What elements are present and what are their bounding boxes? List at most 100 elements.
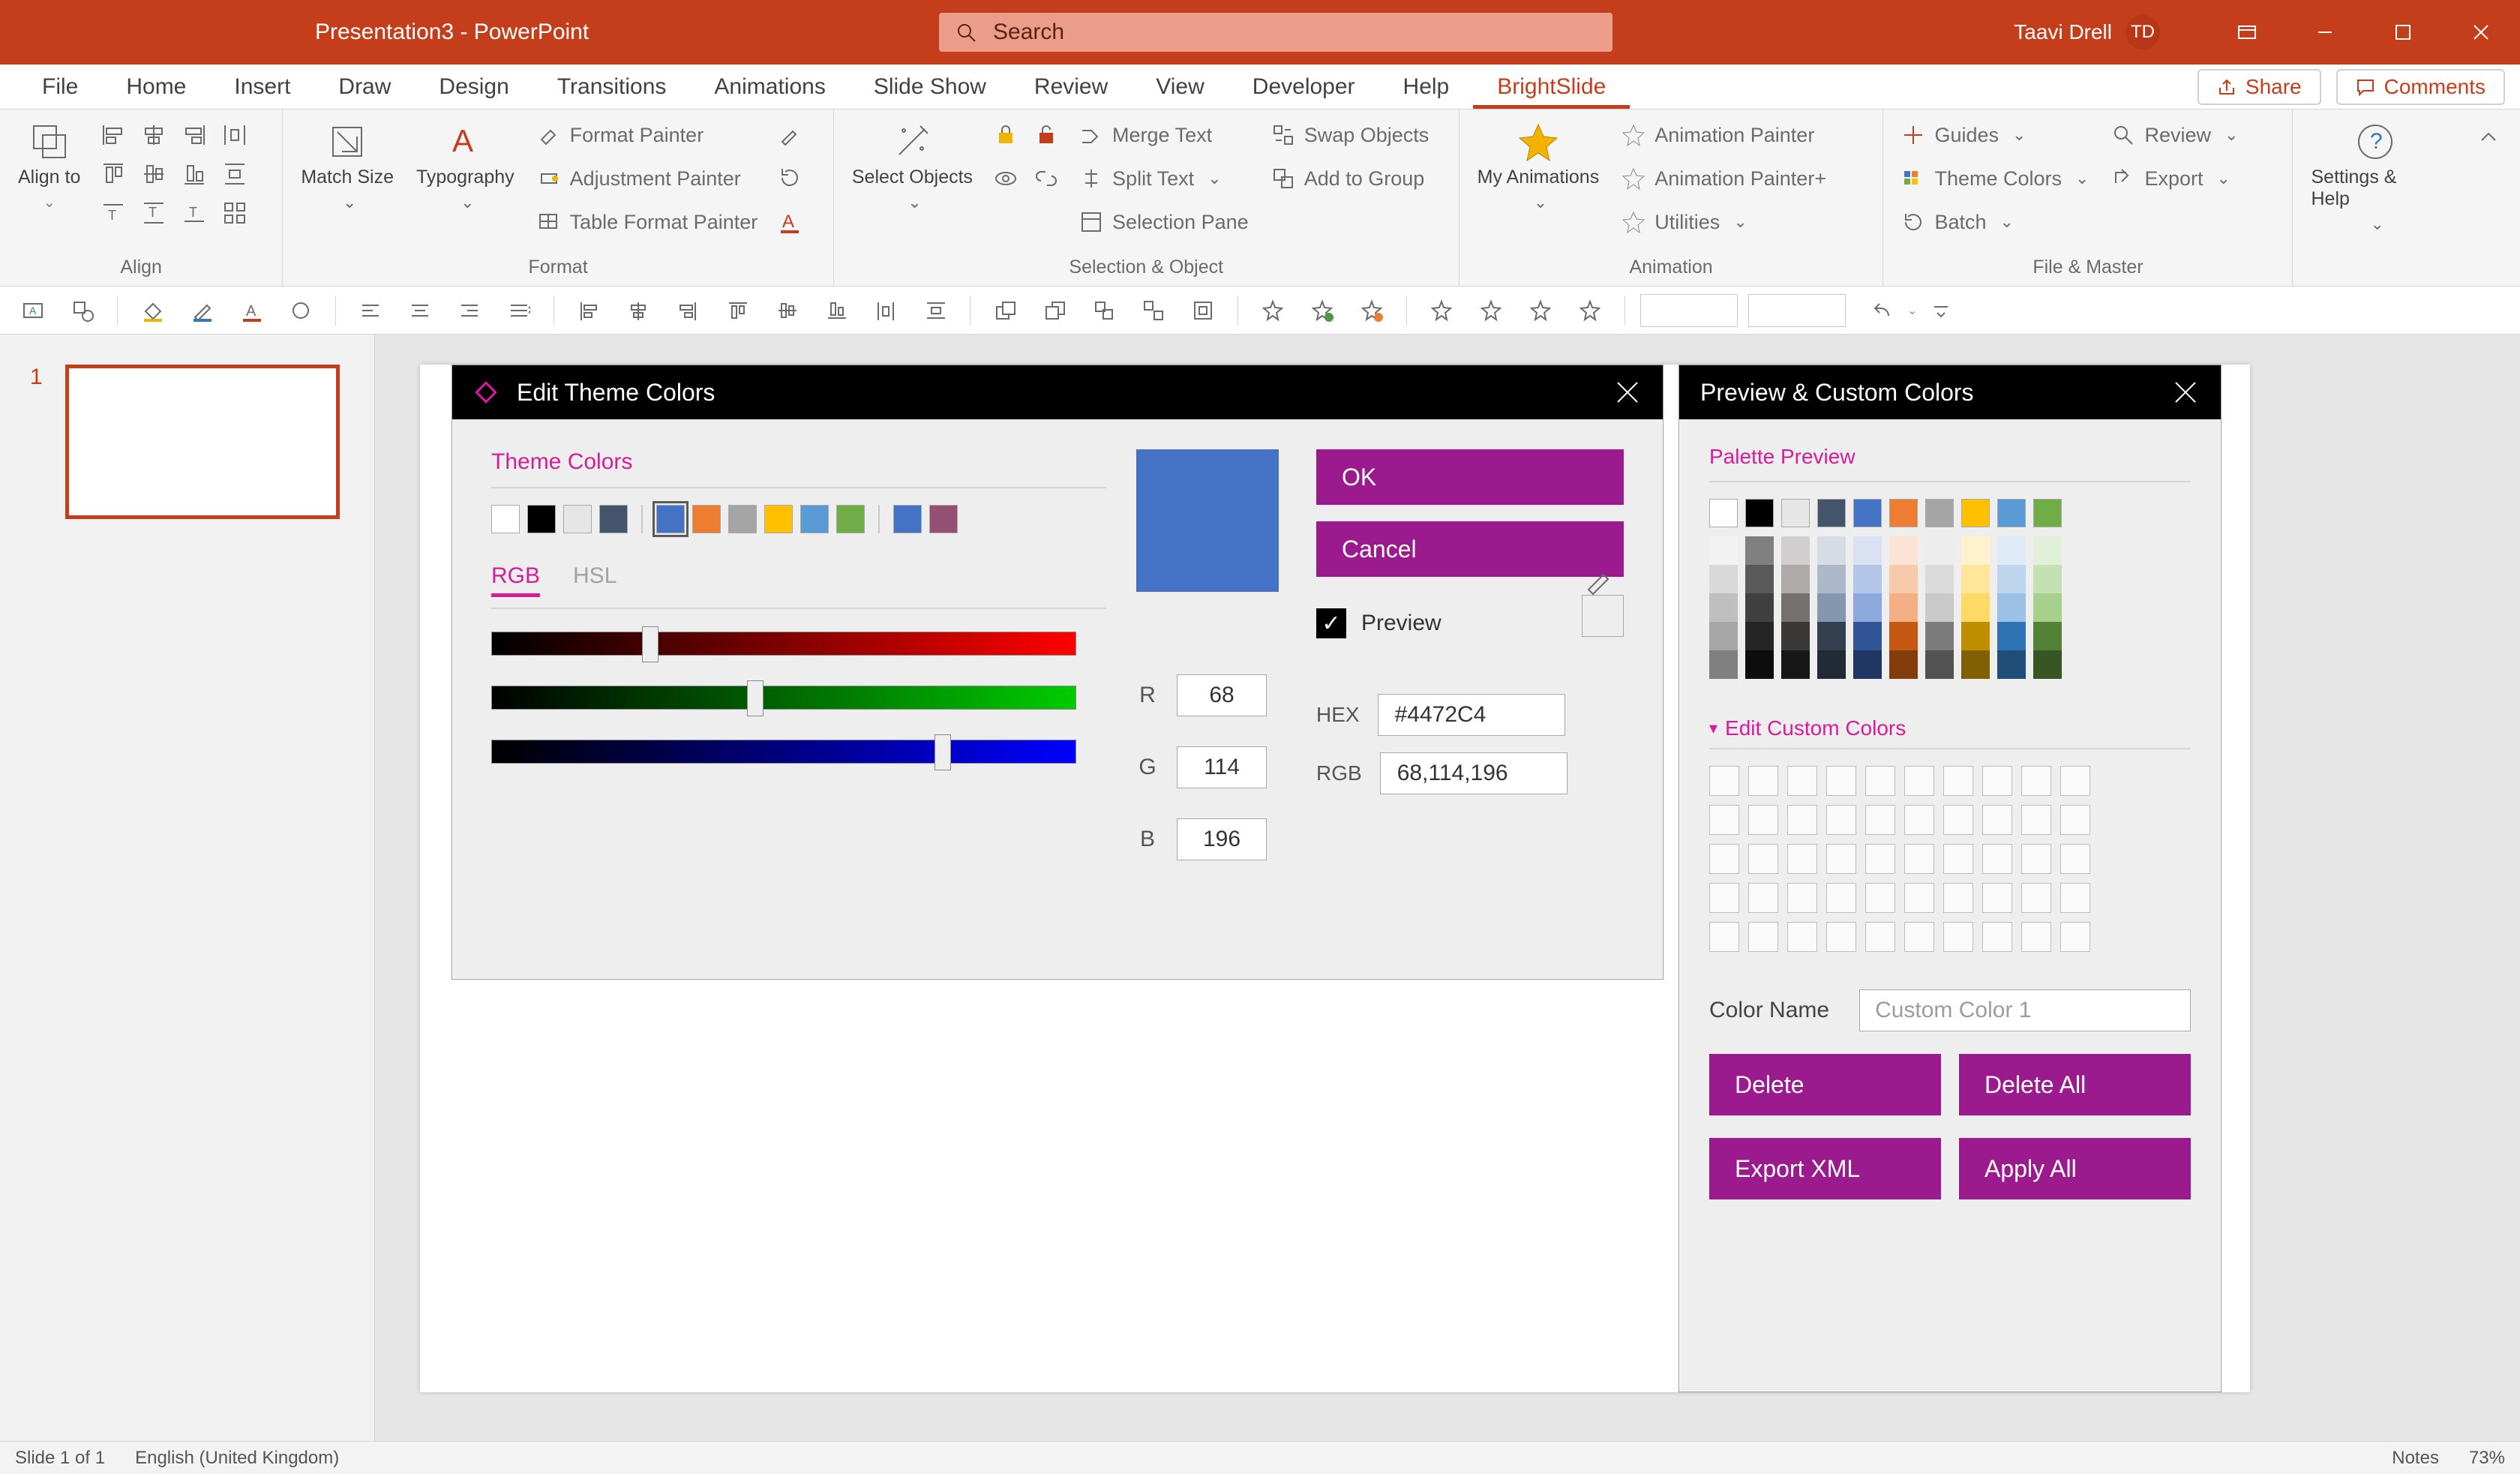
qal-right[interactable]	[668, 294, 707, 327]
palette-shade[interactable]	[2033, 650, 2062, 679]
mode-hsl-tab[interactable]: HSL	[573, 563, 616, 597]
close-button[interactable]	[2442, 0, 2520, 65]
distribute-v-button[interactable]	[217, 156, 253, 192]
custom-color-slot[interactable]	[1982, 766, 2012, 796]
palette-swatch[interactable]	[1925, 499, 1954, 527]
palette-shade[interactable]	[1709, 536, 1738, 565]
custom-color-slot[interactable]	[1865, 805, 1895, 835]
custom-color-slot[interactable]	[1709, 844, 1739, 874]
custom-color-slot[interactable]	[2060, 766, 2090, 796]
palette-shade[interactable]	[1817, 565, 1846, 593]
custom-color-slot[interactable]	[1982, 883, 2012, 913]
qal-center[interactable]	[619, 294, 658, 327]
ungroup-button[interactable]	[1134, 294, 1173, 327]
palette-swatch[interactable]	[1997, 499, 2026, 527]
lock-button[interactable]	[988, 117, 1024, 153]
size-height-combo[interactable]	[1748, 294, 1846, 327]
star-a-button[interactable]	[1422, 294, 1461, 327]
custom-color-slot[interactable]	[1904, 844, 1934, 874]
theme-swatch[interactable]	[929, 505, 958, 533]
palette-shade[interactable]	[1997, 565, 2026, 593]
custom-color-slot[interactable]	[1904, 883, 1934, 913]
hex-input[interactable]: #4472C4	[1378, 694, 1565, 736]
eyedropper-button[interactable]	[1582, 595, 1624, 637]
palette-shade[interactable]	[1817, 650, 1846, 679]
palette-shade[interactable]	[1925, 565, 1954, 593]
align-middle-button[interactable]	[136, 156, 172, 192]
custom-color-slot[interactable]	[1904, 922, 1934, 952]
palette-swatch[interactable]	[1961, 499, 1990, 527]
custom-color-slot[interactable]	[1943, 922, 1973, 952]
size-width-combo[interactable]	[1640, 294, 1738, 327]
language[interactable]: English (United Kingdom)	[135, 1448, 339, 1469]
preview-checkbox[interactable]: Preview	[1316, 608, 1442, 638]
custom-color-slot[interactable]	[1943, 766, 1973, 796]
pick-color-button[interactable]	[772, 117, 808, 153]
qal-left[interactable]	[569, 294, 608, 327]
text-align-just-button[interactable]	[500, 294, 538, 327]
palette-shade[interactable]	[1781, 622, 1810, 650]
search-box[interactable]: Search	[939, 13, 1612, 52]
theme-swatch[interactable]	[599, 505, 628, 533]
palette-shade[interactable]	[1961, 565, 1990, 593]
custom-color-slot[interactable]	[1826, 766, 1856, 796]
customize-qat-button[interactable]	[1922, 294, 1960, 327]
palette-shade[interactable]	[2033, 536, 2062, 565]
palette-shade[interactable]	[1745, 650, 1774, 679]
custom-color-slot[interactable]	[2060, 883, 2090, 913]
align-text-top-button[interactable]: T	[95, 195, 131, 231]
palette-shade[interactable]	[1709, 622, 1738, 650]
palette-shade[interactable]	[1889, 536, 1918, 565]
custom-color-slot[interactable]	[1943, 883, 1973, 913]
delete-all-button[interactable]: Delete All	[1959, 1054, 2191, 1115]
ok-button[interactable]: OK	[1316, 449, 1624, 505]
palette-shade[interactable]	[1853, 565, 1882, 593]
qdist-h[interactable]	[866, 294, 905, 327]
add-to-group-button[interactable]: Add to Group	[1264, 161, 1437, 197]
custom-color-slot[interactable]	[1943, 844, 1973, 874]
typography-button[interactable]: A Typography	[409, 117, 522, 217]
text-align-left-button[interactable]	[351, 294, 390, 327]
close-panel-button[interactable]	[1613, 378, 1642, 407]
rgb-input[interactable]: 68,114,196	[1380, 752, 1568, 794]
zoom-value[interactable]: 73%	[2469, 1448, 2505, 1469]
align-center-button[interactable]	[136, 117, 172, 153]
palette-shade[interactable]	[1709, 593, 1738, 622]
theme-swatch[interactable]	[728, 505, 757, 533]
tab-draw[interactable]: Draw	[314, 65, 415, 109]
custom-color-slot[interactable]	[2021, 766, 2051, 796]
table-format-painter-button[interactable]: Table Format Painter	[530, 204, 766, 240]
palette-shade[interactable]	[1925, 622, 1954, 650]
palette-shade[interactable]	[1925, 536, 1954, 565]
palette-shade[interactable]	[1853, 593, 1882, 622]
custom-color-slot[interactable]	[1709, 883, 1739, 913]
eye-button[interactable]	[988, 161, 1024, 197]
custom-color-slot[interactable]	[1787, 844, 1817, 874]
custom-color-slot[interactable]	[2021, 844, 2051, 874]
palette-swatch[interactable]	[2033, 499, 2062, 527]
custom-color-slot[interactable]	[1826, 844, 1856, 874]
palette-shade[interactable]	[1997, 536, 2026, 565]
select-objects-button[interactable]: Select Objects	[844, 117, 980, 217]
unlock-button[interactable]	[1028, 117, 1064, 153]
textbox-button[interactable]: A	[14, 294, 52, 327]
align-text-mid-button[interactable]: T	[136, 195, 172, 231]
export-xml-button[interactable]: Export XML	[1709, 1138, 1941, 1199]
g-value-input[interactable]: 114	[1177, 746, 1267, 788]
batch-button[interactable]: Batch	[1894, 204, 2096, 240]
comments-button[interactable]: Comments	[2336, 69, 2505, 105]
split-text-button[interactable]: Split Text	[1072, 161, 1256, 197]
tab-transitions[interactable]: Transitions	[533, 65, 691, 109]
align-text-bot-button[interactable]: T	[176, 195, 212, 231]
qal-top[interactable]	[718, 294, 757, 327]
custom-color-slot[interactable]	[1982, 922, 2012, 952]
slide-canvas[interactable]: Edit Theme Colors Theme Colors RGB HSL	[420, 365, 2250, 1392]
align-left-button[interactable]	[95, 117, 131, 153]
palette-shade[interactable]	[1745, 565, 1774, 593]
qal-bottom[interactable]	[817, 294, 856, 327]
rotate-button[interactable]	[772, 161, 808, 197]
palette-swatch[interactable]	[1781, 499, 1810, 527]
custom-color-slot[interactable]	[1709, 805, 1739, 835]
custom-color-slot[interactable]	[1865, 766, 1895, 796]
custom-color-slot[interactable]	[2060, 805, 2090, 835]
